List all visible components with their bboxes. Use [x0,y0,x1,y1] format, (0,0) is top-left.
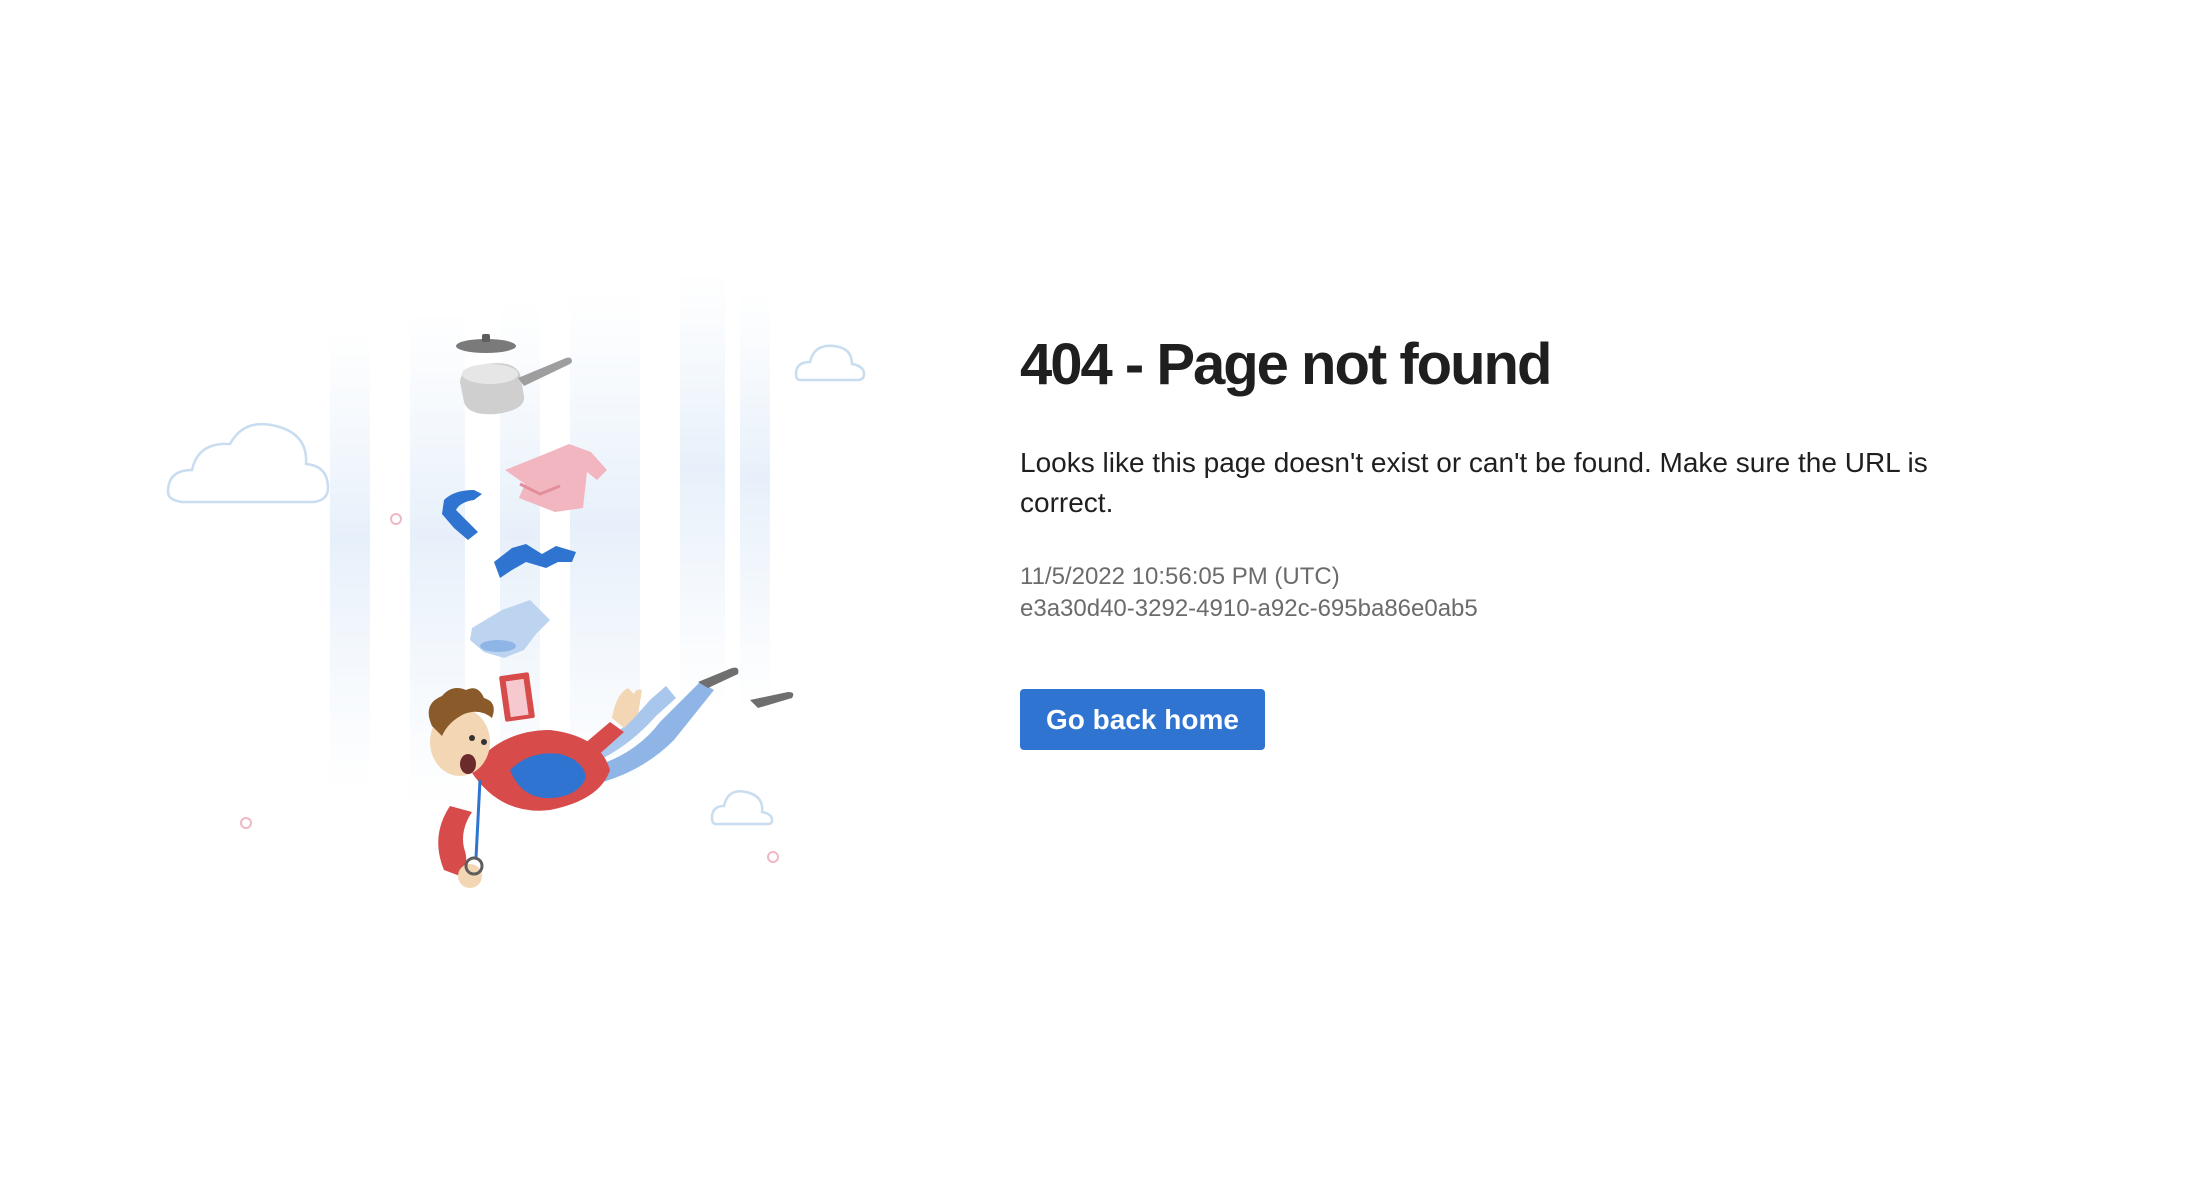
cloud-icon [166,422,330,504]
page-title: 404 - Page not found [1020,332,1552,397]
error-details: 11/5/2022 10:56:05 PM (UTC) e3a30d40-329… [1020,561,2020,625]
cloud-icon [710,790,774,826]
error-timestamp: 11/5/2022 10:56:05 PM (UTC) [1020,563,1340,590]
error-request-id: e3a30d40-3292-4910-a92c-695ba86e0ab5 [1020,595,1478,622]
error-message: Looks like this page doesn't exist or ca… [1020,447,1928,518]
go-back-home-button[interactable]: Go back home [1020,689,1265,750]
error-page: 404 - Page not found Looks like this pag… [0,0,2202,1186]
error-content: 404 - Page not found Looks like this pag… [1020,330,2020,750]
falling-man-illustration [150,270,870,890]
cloud-icon [794,344,866,382]
